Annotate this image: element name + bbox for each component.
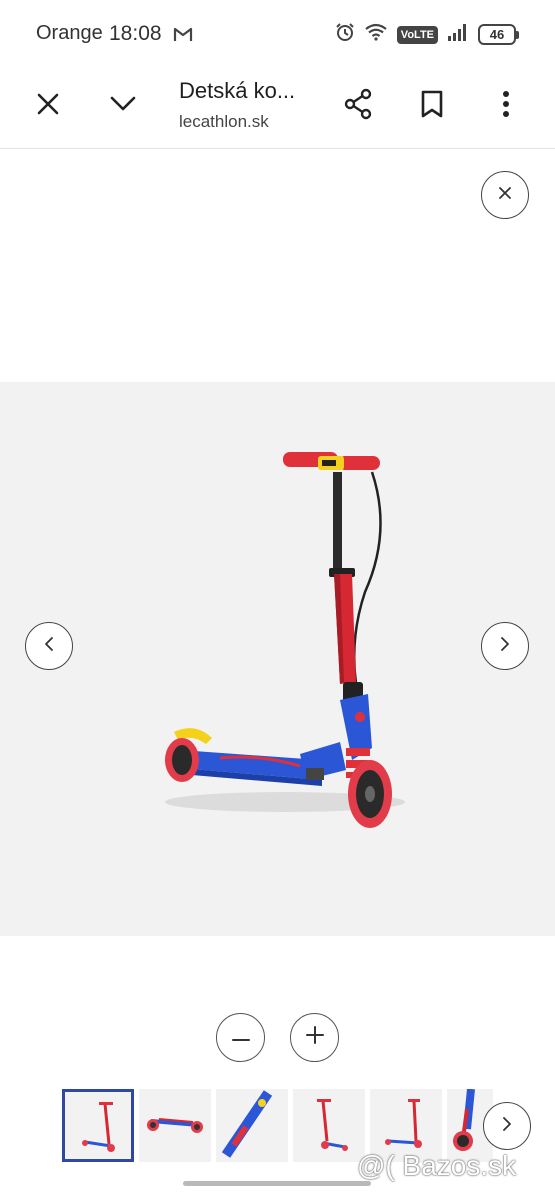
chevron-down-icon — [110, 96, 136, 117]
thumbnail-1[interactable] — [62, 1089, 134, 1162]
gesture-bar[interactable] — [183, 1181, 371, 1186]
scooter-image — [165, 452, 405, 828]
clock: 18:08 — [109, 22, 162, 45]
watermark: @( Bazos.sk — [357, 1150, 517, 1181]
more-options-button[interactable] — [480, 80, 532, 132]
chevron-right-icon — [500, 636, 510, 657]
chevron-left-icon — [44, 636, 54, 657]
plus-icon — [305, 1026, 324, 1049]
previous-image-button[interactable] — [25, 622, 73, 670]
network-badge: VoLTE — [396, 25, 438, 44]
thumbnails-next-button[interactable] — [483, 1102, 531, 1150]
minimize-button[interactable] — [97, 80, 149, 132]
battery-icon: 46 — [478, 24, 519, 45]
thumbnail-3[interactable] — [216, 1089, 288, 1162]
page-title: Detská ko... — [179, 78, 296, 103]
alarm-icon — [335, 22, 355, 47]
zoom-in-button[interactable] — [290, 1013, 339, 1062]
chevron-right-icon — [502, 1116, 512, 1137]
minus-icon — [231, 1029, 250, 1047]
share-button[interactable] — [332, 80, 384, 132]
signal-icon — [447, 23, 469, 46]
battery-level: 46 — [478, 24, 516, 45]
zoom-out-button[interactable] — [216, 1013, 265, 1062]
next-image-button[interactable] — [481, 622, 529, 670]
share-icon — [343, 88, 373, 125]
product-image — [0, 382, 555, 936]
viewer-close-button[interactable] — [481, 171, 529, 219]
bookmark-icon — [421, 90, 443, 123]
carrier-label: Orange — [36, 22, 103, 44]
thumbnail-2[interactable] — [139, 1089, 211, 1162]
close-icon — [498, 186, 512, 205]
gmail-icon — [173, 26, 193, 47]
bookmark-button[interactable] — [406, 80, 458, 132]
wifi-icon — [364, 23, 388, 46]
close-icon — [37, 93, 59, 120]
close-button[interactable] — [22, 80, 74, 132]
page-domain: lecathlon.sk — [179, 112, 269, 131]
thumbnail-4[interactable] — [293, 1089, 365, 1162]
custom-tab-toolbar: Detská ko... lecathlon.sk — [0, 70, 555, 149]
more-vert-icon — [502, 90, 510, 123]
status-bar: Orange 18:08 VoLTE 46 — [0, 0, 555, 70]
